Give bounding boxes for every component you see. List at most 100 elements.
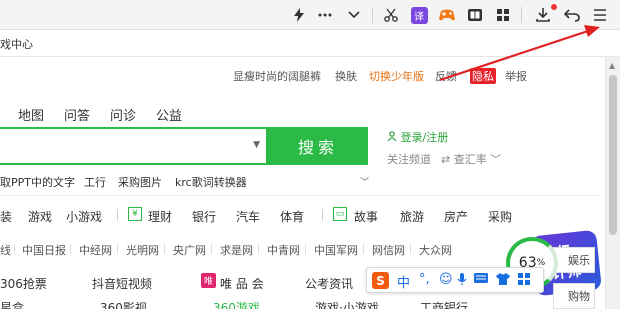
- browser-toolbar: 译: [0, 0, 620, 30]
- media-link[interactable]: 网信网: [372, 242, 405, 258]
- chevron-down-icon[interactable]: ﹀: [360, 175, 369, 188]
- category-games[interactable]: 游戏: [28, 208, 52, 225]
- chevron-down-icon: ﹀: [490, 153, 502, 166]
- finance-icon: ¥: [128, 207, 142, 221]
- chevron-down-icon[interactable]: [343, 4, 365, 26]
- ime-logo-icon[interactable]: S: [372, 272, 389, 289]
- site-link-civil-exam[interactable]: 公考资讯: [305, 275, 353, 292]
- category-divider: [322, 209, 323, 221]
- media-divider: [410, 244, 411, 254]
- privacy-link[interactable]: 隐私: [470, 68, 496, 84]
- scrollbar-thumb[interactable]: [609, 75, 617, 235]
- category-story[interactable]: 故事: [354, 208, 378, 225]
- reader-icon[interactable]: [464, 4, 486, 26]
- nav-qa[interactable]: 问答: [64, 105, 90, 124]
- category-real-estate[interactable]: 房产: [444, 208, 468, 225]
- feedback-link[interactable]: 反馈: [435, 68, 457, 84]
- category-travel[interactable]: 旅游: [400, 208, 424, 225]
- bookmarks-bar: 戏中心: [0, 30, 620, 57]
- ime-toolbar: S 中 °, ☺: [366, 267, 544, 293]
- media-link[interactable]: 大众网: [419, 242, 452, 258]
- hot-search-item[interactable]: 取PPT中的文字: [0, 174, 75, 190]
- media-link[interactable]: 线: [0, 242, 11, 258]
- site-link-mini-games[interactable]: 游戏·小游戏: [315, 299, 379, 309]
- media-divider: [211, 244, 212, 254]
- keyboard-icon[interactable]: [473, 272, 489, 288]
- nav-charity[interactable]: 公益: [156, 105, 182, 124]
- skin-link[interactable]: 换肤: [335, 68, 357, 84]
- media-link[interactable]: 中青网: [267, 242, 300, 258]
- media-link[interactable]: 中经网: [79, 242, 112, 258]
- site-link-ticket[interactable]: 306抢票: [0, 275, 47, 292]
- undo-icon[interactable]: [561, 4, 583, 26]
- category-sports[interactable]: 体育: [280, 208, 304, 225]
- gamepad-icon[interactable]: [436, 4, 458, 26]
- menu-icon[interactable]: [589, 4, 611, 26]
- site-link-360-video[interactable]: 360影视: [100, 299, 147, 309]
- follow-channel-link[interactable]: 关注频道: [387, 151, 431, 167]
- emoji-icon[interactable]: ☺: [439, 272, 453, 287]
- scroll-up-icon[interactable]: ▲: [609, 61, 615, 70]
- youth-version-link[interactable]: 切换少年版: [369, 68, 424, 84]
- category-mini-games[interactable]: 小游戏: [66, 208, 102, 225]
- search-button[interactable]: 搜索: [268, 127, 368, 165]
- media-link[interactable]: 求是网: [220, 242, 253, 258]
- scissors-icon[interactable]: [380, 4, 402, 26]
- media-link[interactable]: 央广网: [173, 242, 206, 258]
- exchange-rate-link[interactable]: ⇄ 查汇率 ﹀: [441, 151, 501, 167]
- hot-search-item[interactable]: krc歌词转换器: [175, 174, 247, 190]
- ime-menu-icon[interactable]: [517, 272, 531, 290]
- site-link-vip[interactable]: 唯 品 会: [220, 275, 264, 292]
- site-link-douyin[interactable]: 抖音短视频: [92, 275, 152, 292]
- skin-shirt-icon[interactable]: [495, 272, 511, 290]
- media-divider: [258, 244, 259, 254]
- vertical-scrollbar[interactable]: ▲: [605, 57, 620, 309]
- media-divider: [305, 244, 306, 254]
- nav-consult[interactable]: 问诊: [110, 105, 136, 124]
- media-link[interactable]: 中国军网: [314, 242, 358, 258]
- section-divider: [0, 195, 600, 196]
- hot-search-item[interactable]: 采购图片: [118, 174, 162, 190]
- apps-icon[interactable]: [492, 4, 514, 26]
- media-divider: [363, 244, 364, 254]
- site-link-icbc[interactable]: 工商银行: [420, 299, 468, 309]
- media-divider: [164, 244, 165, 254]
- microphone-icon[interactable]: [457, 272, 467, 290]
- category-auto[interactable]: 汽车: [236, 208, 260, 225]
- search-input[interactable]: ▼: [0, 127, 268, 165]
- user-icon: [387, 131, 401, 144]
- category-clothing[interactable]: 装: [0, 208, 12, 225]
- ime-punct-toggle[interactable]: °,: [419, 272, 430, 287]
- category-divider: [117, 209, 118, 221]
- site-link-360-games[interactable]: 360游戏: [213, 299, 260, 309]
- side-entertainment[interactable]: 娱乐: [553, 247, 595, 273]
- login-label: 登录/注册: [400, 131, 449, 144]
- ime-mode-toggle[interactable]: 中: [397, 272, 410, 291]
- category-purchase[interactable]: 采购: [488, 208, 512, 225]
- notification-dot: [551, 4, 557, 10]
- bookmark-game-center[interactable]: 戏中心: [0, 36, 33, 52]
- media-divider: [70, 244, 71, 254]
- nav-map[interactable]: 地图: [18, 105, 44, 124]
- media-link[interactable]: 中国日报: [22, 242, 66, 258]
- report-link[interactable]: 举报: [505, 68, 527, 84]
- side-shopping[interactable]: 购物: [553, 283, 595, 309]
- exchange-rate-label: 查汇率: [453, 153, 487, 166]
- hot-search-item[interactable]: 工行: [84, 174, 106, 190]
- site-link-box[interactable]: 星盒: [0, 299, 24, 309]
- media-divider: [14, 244, 15, 254]
- media-link[interactable]: 光明网: [126, 242, 159, 258]
- translate-label: 译: [410, 6, 428, 24]
- category-bank[interactable]: 银行: [192, 208, 216, 225]
- more-icon[interactable]: [314, 4, 336, 26]
- translate-icon[interactable]: 译: [408, 4, 430, 26]
- search-dropdown-icon[interactable]: ▼: [253, 140, 260, 150]
- promo-slogan-link[interactable]: 显瘦时尚的阔腿裤: [233, 68, 321, 84]
- swap-icon: ⇄: [441, 153, 451, 166]
- lightning-icon[interactable]: [288, 4, 310, 26]
- toolbar-divider: [521, 7, 522, 23]
- toolbar-divider: [372, 7, 373, 23]
- category-finance[interactable]: 理财: [148, 208, 172, 225]
- login-link[interactable]: 登录/注册: [387, 129, 448, 145]
- story-icon: ▭: [333, 207, 347, 221]
